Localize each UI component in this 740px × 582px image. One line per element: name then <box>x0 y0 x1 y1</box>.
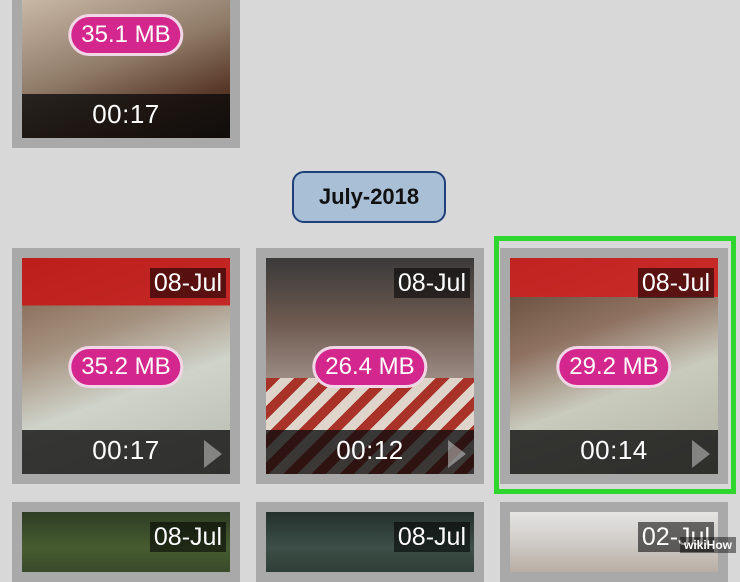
video-tile[interactable]: 08-Jul 26.4 MB 00:12 <box>256 248 484 484</box>
selection-highlight <box>494 236 736 494</box>
month-header: July-2018 <box>292 171 446 223</box>
video-tile[interactable]: 08-Jul <box>12 502 240 582</box>
file-size-badge: 26.4 MB <box>312 346 428 388</box>
date-label: 08-Jul <box>393 268 470 298</box>
date-label: 08-Jul <box>149 268 226 298</box>
duration-label: 00:17 <box>92 435 160 465</box>
date-label: 08-Jul <box>149 522 226 552</box>
video-thumbnail: 35.1 MB 00:17 <box>22 0 230 138</box>
video-tile[interactable]: 08-Jul 35.2 MB 00:17 <box>12 248 240 484</box>
duration-label: 00:12 <box>336 435 404 465</box>
duration-label: 00:17 <box>92 99 160 129</box>
video-thumbnail: 08-Jul 26.4 MB 00:12 <box>266 258 474 474</box>
date-label: 08-Jul <box>393 522 470 552</box>
video-thumbnail: 08-Jul <box>22 512 230 572</box>
video-thumbnail: 08-Jul 35.2 MB 00:17 <box>22 258 230 474</box>
video-tile[interactable]: 08-Jul <box>256 502 484 582</box>
play-icon <box>204 440 222 468</box>
watermark: wikiHow <box>679 537 736 553</box>
file-size-badge: 35.2 MB <box>68 346 184 388</box>
file-size-badge: 35.1 MB <box>68 14 184 56</box>
video-tile[interactable]: 35.1 MB 00:17 <box>12 0 240 148</box>
video-thumbnail: 08-Jul <box>266 512 474 572</box>
play-icon <box>448 440 466 468</box>
